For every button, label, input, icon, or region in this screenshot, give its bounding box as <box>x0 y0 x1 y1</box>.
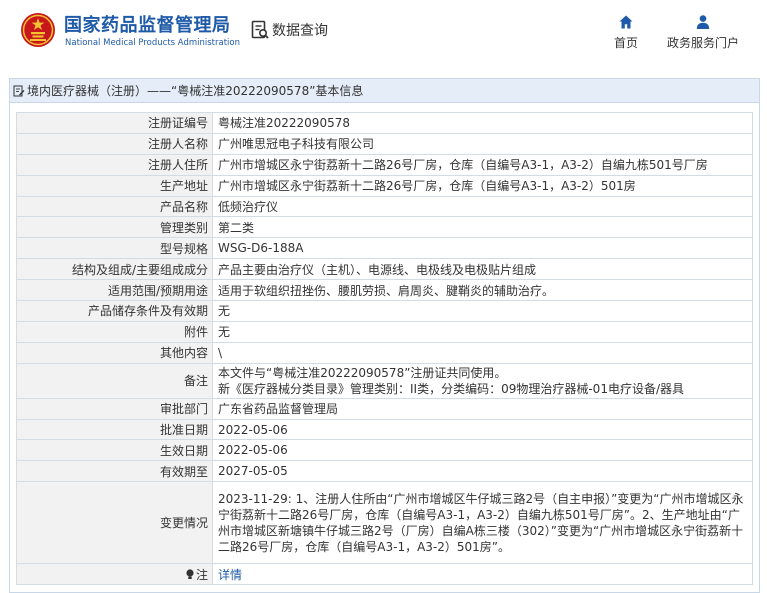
field-label: 管理类别 <box>16 216 213 239</box>
remark-value: 本文件与“粤械注准20222090578”注册证共同使用。 新《医疗器械分类目录… <box>212 362 753 399</box>
table-row: 结构及组成/主要组成成分 产品主要由治疗仪（主机）、电源线、电极线及电极贴片组成 <box>16 258 753 281</box>
field-label: 生效日期 <box>16 439 213 462</box>
field-label: 审批部门 <box>16 397 213 420</box>
table-row: 注册人名称 广州唯思冠电子科技有限公司 <box>16 132 753 155</box>
field-label: 附件 <box>16 320 213 343</box>
field-label: 适用范围/预期用途 <box>16 279 213 302</box>
table-row: 批准日期 2022-05-06 <box>16 418 753 441</box>
field-label: 注册人名称 <box>16 132 213 155</box>
field-label: 结构及组成/主要组成成分 <box>16 258 213 281</box>
table-row: 产品名称 低频治疗仪 <box>16 195 753 218</box>
field-label: 有效期至 <box>16 460 213 483</box>
field-label: 其他内容 <box>16 341 213 364</box>
field-label: 型号规格 <box>16 237 213 260</box>
document-search-icon <box>251 20 269 39</box>
field-label: 产品储存条件及有效期 <box>16 300 213 322</box>
table-row: 有效期至 2027-05-05 <box>16 460 753 483</box>
field-value: 广州市增城区永宁街荔新十二路26号厂房，仓库（自编号A3-1，A3-2）501房 <box>212 174 753 197</box>
nav-home-label: 首页 <box>613 36 638 50</box>
field-value: 广东省药品监督管理局 <box>212 397 753 420</box>
bulb-icon <box>186 569 194 579</box>
note-label: 注 <box>195 567 208 582</box>
remark-line: 新《医疗器械分类目录》管理类别：II类，分类编码：09物理治疗器械-01电疗设备… <box>218 381 684 396</box>
table-row: 审批部门 广东省药品监督管理局 <box>16 397 753 420</box>
field-value: 2022-05-06 <box>212 418 753 441</box>
field-label: 批准日期 <box>16 418 213 441</box>
field-label: 生产地址 <box>16 174 213 197</box>
table-row: 产品储存条件及有效期 无 <box>16 300 753 322</box>
field-value: 适用于软组织扭挫伤、腰肌劳损、肩周炎、腱鞘炎的辅助治疗。 <box>212 279 753 302</box>
remark-line: 本文件与“粤械注准20222090578”注册证共同使用。 <box>218 365 507 380</box>
user-icon <box>696 15 710 29</box>
table-row: 其他内容 \ <box>16 341 753 364</box>
detail-link[interactable]: 详情 <box>218 568 242 582</box>
field-label: 注册人住所 <box>16 153 213 176</box>
field-value: 低频治疗仪 <box>212 195 753 218</box>
detail-table-wrapper: 注册证编号 粤械注准20222090578 注册人名称 广州唯思冠电子科技有限公… <box>16 112 753 586</box>
table-row-note: 注 详情 <box>16 563 753 586</box>
detail-panel: 境内医疗器械（注册）——“粤械注准20222090578”基本信息 注册证编号 … <box>9 78 760 593</box>
table-row: 注册证编号 粤械注准20222090578 <box>16 112 753 134</box>
field-value: 无 <box>212 300 753 322</box>
field-label: 产品名称 <box>16 195 213 218</box>
detail-table: 注册证编号 粤械注准20222090578 注册人名称 广州唯思冠电子科技有限公… <box>16 112 753 586</box>
field-label: 注册证编号 <box>16 112 213 134</box>
remark-label: 备注 <box>16 362 213 399</box>
nav-service-portal[interactable]: 政务服务门户 <box>662 14 744 52</box>
national-emblem-icon <box>21 13 55 47</box>
table-row: 生效日期 2022-05-06 <box>16 439 753 462</box>
field-value: 第二类 <box>212 216 753 239</box>
field-value: 2027-05-05 <box>212 460 753 483</box>
panel-title: 境内医疗器械（注册）——“粤械注准20222090578”基本信息 <box>10 79 759 103</box>
panel-title-text: 境内医疗器械（注册）——“粤械注准20222090578”基本信息 <box>27 83 364 98</box>
site-header: 国家药品监督管理局 National Medical Products Admi… <box>0 0 767 62</box>
table-row: 型号规格 WSG-D6-188A <box>16 237 753 260</box>
field-value: 产品主要由治疗仪（主机）、电源线、电极线及电极贴片组成 <box>212 258 753 281</box>
note-label-cell: 注 <box>16 563 213 586</box>
table-row: 适用范围/预期用途 适用于软组织扭挫伤、腰肌劳损、肩周炎、腱鞘炎的辅助治疗。 <box>16 279 753 302</box>
nav-service-portal-label: 政务服务门户 <box>666 36 739 50</box>
home-icon <box>619 15 633 29</box>
field-value: 广州唯思冠电子科技有限公司 <box>212 132 753 155</box>
note-value: 详情 <box>212 563 753 586</box>
field-value: \ <box>212 341 753 364</box>
changes-label: 变更情况 <box>16 481 213 565</box>
changes-value: 2023-11-29: 1、注册人住所由“广州市增城区牛仔城三路2号（自主申报）… <box>212 481 753 565</box>
field-value: 粤械注准20222090578 <box>212 112 753 134</box>
document-edit-icon <box>13 85 25 96</box>
brand-subtitle: National Medical Products Administration <box>65 38 240 48</box>
table-row: 附件 无 <box>16 320 753 343</box>
brand-title: 国家药品监督管理局 <box>64 15 231 36</box>
data-query-label: 数据查询 <box>272 23 328 39</box>
field-value: WSG-D6-188A <box>212 237 753 260</box>
field-value: 无 <box>212 320 753 343</box>
table-row: 注册人住所 广州市增城区永宁街荔新十二路26号厂房，仓库（自编号A3-1，A3-… <box>16 153 753 176</box>
table-row-remark: 备注 本文件与“粤械注准20222090578”注册证共同使用。 新《医疗器械分… <box>16 362 753 399</box>
nav-home[interactable]: 首页 <box>608 14 644 52</box>
table-row-changes: 变更情况 2023-11-29: 1、注册人住所由“广州市增城区牛仔城三路2号（… <box>16 481 753 565</box>
table-row: 生产地址 广州市增城区永宁街荔新十二路26号厂房，仓库（自编号A3-1，A3-2… <box>16 174 753 197</box>
data-query-link[interactable]: 数据查询 <box>251 19 328 41</box>
table-row: 管理类别 第二类 <box>16 216 753 239</box>
field-value: 2022-05-06 <box>212 439 753 462</box>
field-value: 广州市增城区永宁街荔新十二路26号厂房，仓库（自编号A3-1，A3-2）自编九栋… <box>212 153 753 176</box>
